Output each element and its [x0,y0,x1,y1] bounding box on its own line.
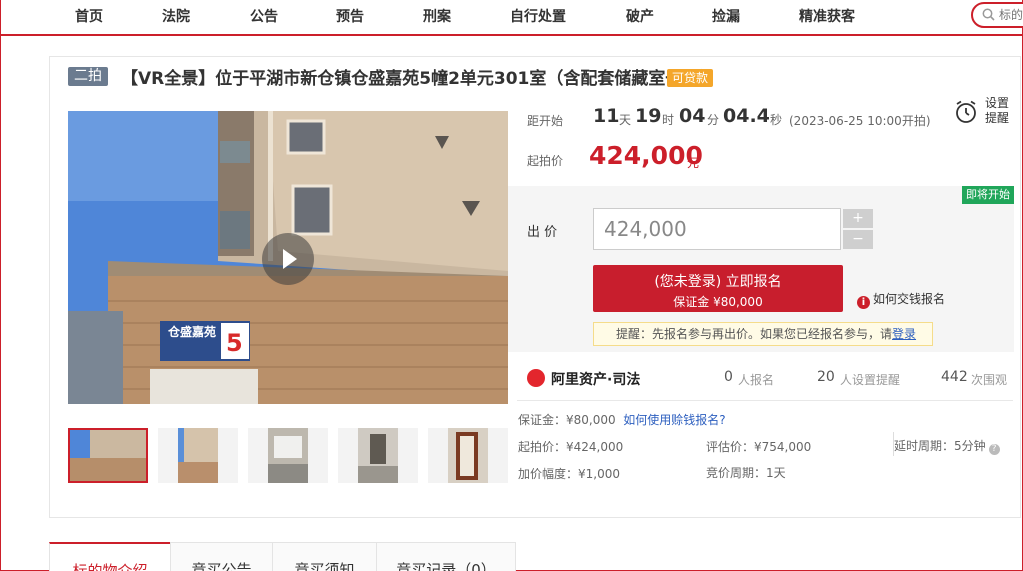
divider [517,400,1013,401]
countdown-label: 距开始 [527,114,564,128]
how-to-pay-link[interactable]: i 如何交钱报名 [857,290,945,309]
reminder-count: 20 [817,369,835,385]
svg-text:5: 5 [226,329,243,357]
detail-start-price: 起拍价：¥424,000 [518,440,624,454]
deposit-help-link[interactable]: 如何使用赊钱报名? [623,413,725,427]
login-link[interactable]: 登录 [892,327,916,341]
nav-bargain[interactable]: 捡漏 [712,6,740,26]
signup-button[interactable]: (您未登录) 立即报名 保证金 ¥80,000 [593,265,843,312]
set-reminder-button[interactable]: 设置 提醒 [948,96,1010,128]
signup-deposit: 保证金 ¥80,000 [673,295,763,309]
reminder-label: 设置 提醒 [985,96,1010,125]
signup-label: (您未登录) 立即报名 [654,274,782,290]
bid-label: 出 价 [527,225,558,240]
thumbnail-1[interactable] [68,428,148,483]
minutes-unit: 分 [707,113,720,127]
nav-precise-leads[interactable]: 精准获客 [799,6,855,26]
tab-bidder-notes[interactable]: 竞买须知 [272,542,377,571]
svg-text:仓盛嘉苑: 仓盛嘉苑 [167,324,216,339]
help-icon[interactable]: ? [988,444,1000,455]
signup-count: 0 [724,369,733,385]
listing-title: 【VR全景】位于平湖市新仓镇仓盛嘉苑5幢2单元301室（含配套储藏室一个） [121,69,717,89]
countdown-hours: 19 [635,105,662,127]
seconds-unit: 秒 [770,113,783,127]
bid-amount-input[interactable] [593,208,841,250]
brand-name: 阿里资产·司法 [551,372,641,388]
detail-appraisal: 评估价：¥754,000 [706,440,812,454]
start-price-value: 424,000 [589,141,703,170]
nav-court[interactable]: 法院 [162,6,190,26]
info-icon: i [857,296,870,309]
tab-bid-records[interactable]: 竞买记录（0） [376,542,516,571]
round-badge: 二拍 [68,67,108,86]
countdown-minutes: 04 [679,105,706,127]
nav-notice[interactable]: 公告 [250,6,278,26]
tab-auction-notice[interactable]: 竞买公告 [170,542,273,571]
start-time-note: (2023-06-25 10:00开拍) [789,114,931,128]
search-input[interactable] [999,7,1023,23]
nav-self-disposal[interactable]: 自行处置 [510,6,566,26]
detail-increment: 加价幅度：¥1,000 [518,467,620,481]
view-count: 442 [941,369,968,385]
hours-unit: 时 [662,113,675,127]
search-box[interactable] [971,2,1023,28]
thumbnail-5[interactable] [428,428,508,483]
top-nav: 首页 法院 公告 预告 刑案 自行处置 破产 捡漏 精准获客 [0,0,1023,36]
decrease-bid-button[interactable]: − [843,230,873,249]
loan-badge: 可贷款 [667,69,713,87]
detail-delay: 延时周期：5分钟? [894,437,1000,455]
tab-item-intro[interactable]: 标的物介绍 [49,542,171,571]
status-badge: 即将开始 [962,186,1014,204]
nav-bankruptcy[interactable]: 破产 [626,6,654,26]
login-tip: 提醒：先报名参与再出价。如果您已经报名参与，请登录 [593,322,933,346]
search-icon [982,8,995,21]
price-unit: 元 [687,156,700,170]
countdown-days: 11 [593,105,620,127]
view-count-unit: 次围观 [971,373,1008,387]
thumbnail-4[interactable] [338,428,418,483]
reminder-count-unit: 人设置提醒 [840,373,901,387]
signup-count-unit: 人报名 [738,373,775,387]
thumbnail-3[interactable] [248,428,328,483]
countdown-seconds: 04.4 [723,105,770,127]
thumbnail-2[interactable] [158,428,238,483]
deposit-info: 保证金：¥80,000 如何使用赊钱报名? [518,413,726,427]
days-unit: 天 [619,113,632,127]
ali-asset-icon [527,369,545,387]
nav-home[interactable]: 首页 [75,6,103,26]
start-price-label: 起拍价 [527,154,564,168]
nav-criminal[interactable]: 刑案 [423,6,451,26]
play-video-button[interactable] [262,233,314,285]
increase-bid-button[interactable]: + [843,209,873,228]
alarm-clock-icon [956,100,976,123]
nav-preview[interactable]: 预告 [336,6,364,26]
detail-period: 竞价周期：1天 [706,466,786,480]
